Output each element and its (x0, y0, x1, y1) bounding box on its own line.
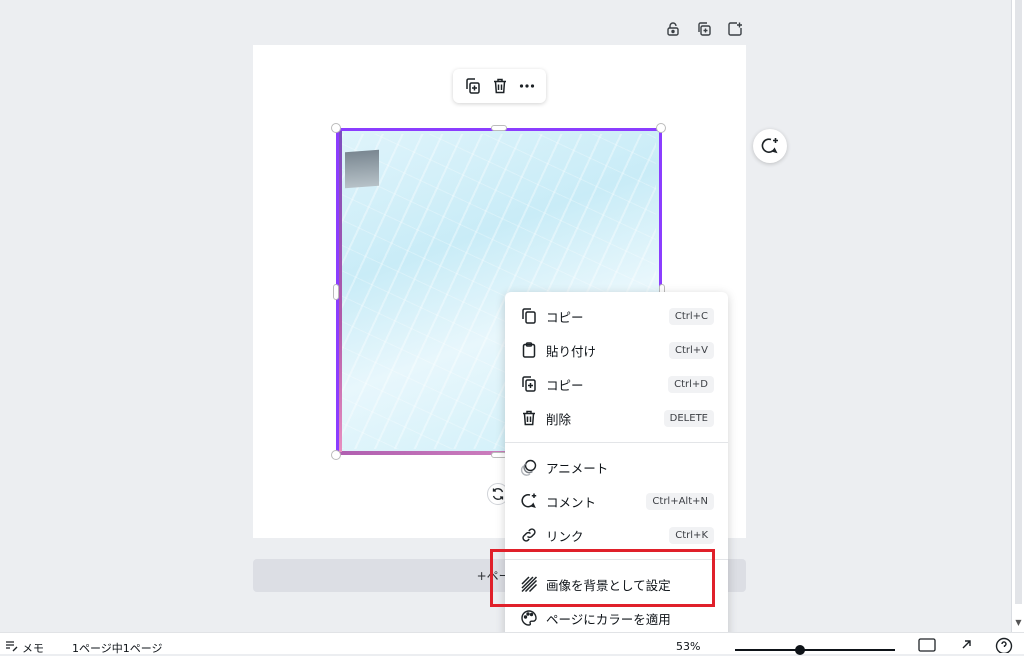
copy-element-button[interactable] (462, 75, 484, 97)
add-page-icon (727, 21, 743, 37)
resize-handle-left[interactable] (333, 284, 339, 300)
menu-item-label: ページにカラーを適用 (546, 611, 671, 627)
duplicate-page-button[interactable] (693, 18, 715, 40)
rotate-icon (491, 487, 505, 501)
menu-item-label: アニメート (546, 460, 609, 476)
shortcut-badge: Ctrl+Alt+N (646, 492, 714, 510)
menu-item-label: コピー (546, 309, 584, 325)
grid-view-icon[interactable] (918, 638, 936, 652)
menu-item-label: リンク (546, 528, 584, 544)
menu-item-paste[interactable]: 貼り付け Ctrl+V (505, 333, 728, 367)
menu-item-animate[interactable]: アニメート (505, 450, 728, 484)
vertical-scrollbar[interactable]: ▼ (1011, 0, 1024, 632)
zoom-slider-track[interactable] (735, 649, 895, 651)
scroll-down-arrow[interactable]: ▼ (1012, 616, 1024, 630)
add-comment-button[interactable] (753, 129, 787, 163)
copy-icon (519, 306, 539, 326)
annotation-highlight-box (490, 549, 715, 607)
resize-handle-bottom-left[interactable] (331, 450, 341, 460)
menu-divider (505, 442, 728, 443)
copy-icon (464, 77, 482, 95)
menu-item-comment[interactable]: コメント Ctrl+Alt+N (505, 484, 728, 518)
help-icon[interactable] (995, 637, 1013, 653)
link-icon (519, 525, 539, 545)
menu-item-copy[interactable]: コピー Ctrl+C (505, 299, 728, 333)
comment-add-icon (760, 136, 780, 156)
menu-item-label: 貼り付け (546, 343, 597, 359)
lock-icon (665, 21, 681, 37)
trash-icon (491, 77, 509, 95)
add-page-button[interactable] (724, 18, 746, 40)
comment-add-icon (519, 491, 539, 511)
palette-icon (519, 608, 539, 628)
more-options-button[interactable] (516, 75, 538, 97)
notes-label[interactable]: メモ (22, 640, 44, 656)
duplicate-icon (519, 374, 539, 394)
page-info: 1ページ中1ページ (72, 642, 163, 655)
menu-item-delete[interactable]: 削除 DELETE (505, 401, 728, 435)
menu-item-label: コメント (546, 494, 597, 510)
shortcut-badge: DELETE (663, 409, 714, 427)
resize-handle-top-left[interactable] (331, 123, 341, 133)
menu-item-label: コピー (546, 377, 584, 393)
image-gray-patch (345, 149, 379, 189)
scrollbar-thumb[interactable] (1015, 0, 1022, 604)
notes-icon[interactable] (4, 639, 18, 653)
lock-page-button[interactable] (662, 18, 684, 40)
shortcut-badge: Ctrl+K (669, 526, 714, 544)
resize-handle-top[interactable] (491, 125, 507, 131)
duplicate-page-icon (696, 21, 712, 37)
resize-handle-top-right[interactable] (656, 123, 666, 133)
element-floating-toolbar (453, 69, 546, 103)
shortcut-badge: Ctrl+D (668, 375, 714, 393)
zoom-percent[interactable]: 53% (676, 640, 700, 653)
menu-item-duplicate[interactable]: コピー Ctrl+D (505, 367, 728, 401)
delete-element-button[interactable] (489, 75, 511, 97)
trash-icon (519, 408, 539, 428)
shortcut-badge: Ctrl+V (668, 341, 714, 359)
zoom-slider-handle[interactable] (795, 645, 805, 655)
clipboard-icon (519, 340, 539, 360)
shortcut-badge: Ctrl+C (668, 307, 714, 325)
animate-icon (519, 457, 539, 477)
fullscreen-icon[interactable] (959, 638, 973, 652)
more-icon (518, 77, 536, 95)
menu-item-label: 削除 (546, 411, 572, 427)
menu-item-link[interactable]: リンク Ctrl+K (505, 518, 728, 552)
